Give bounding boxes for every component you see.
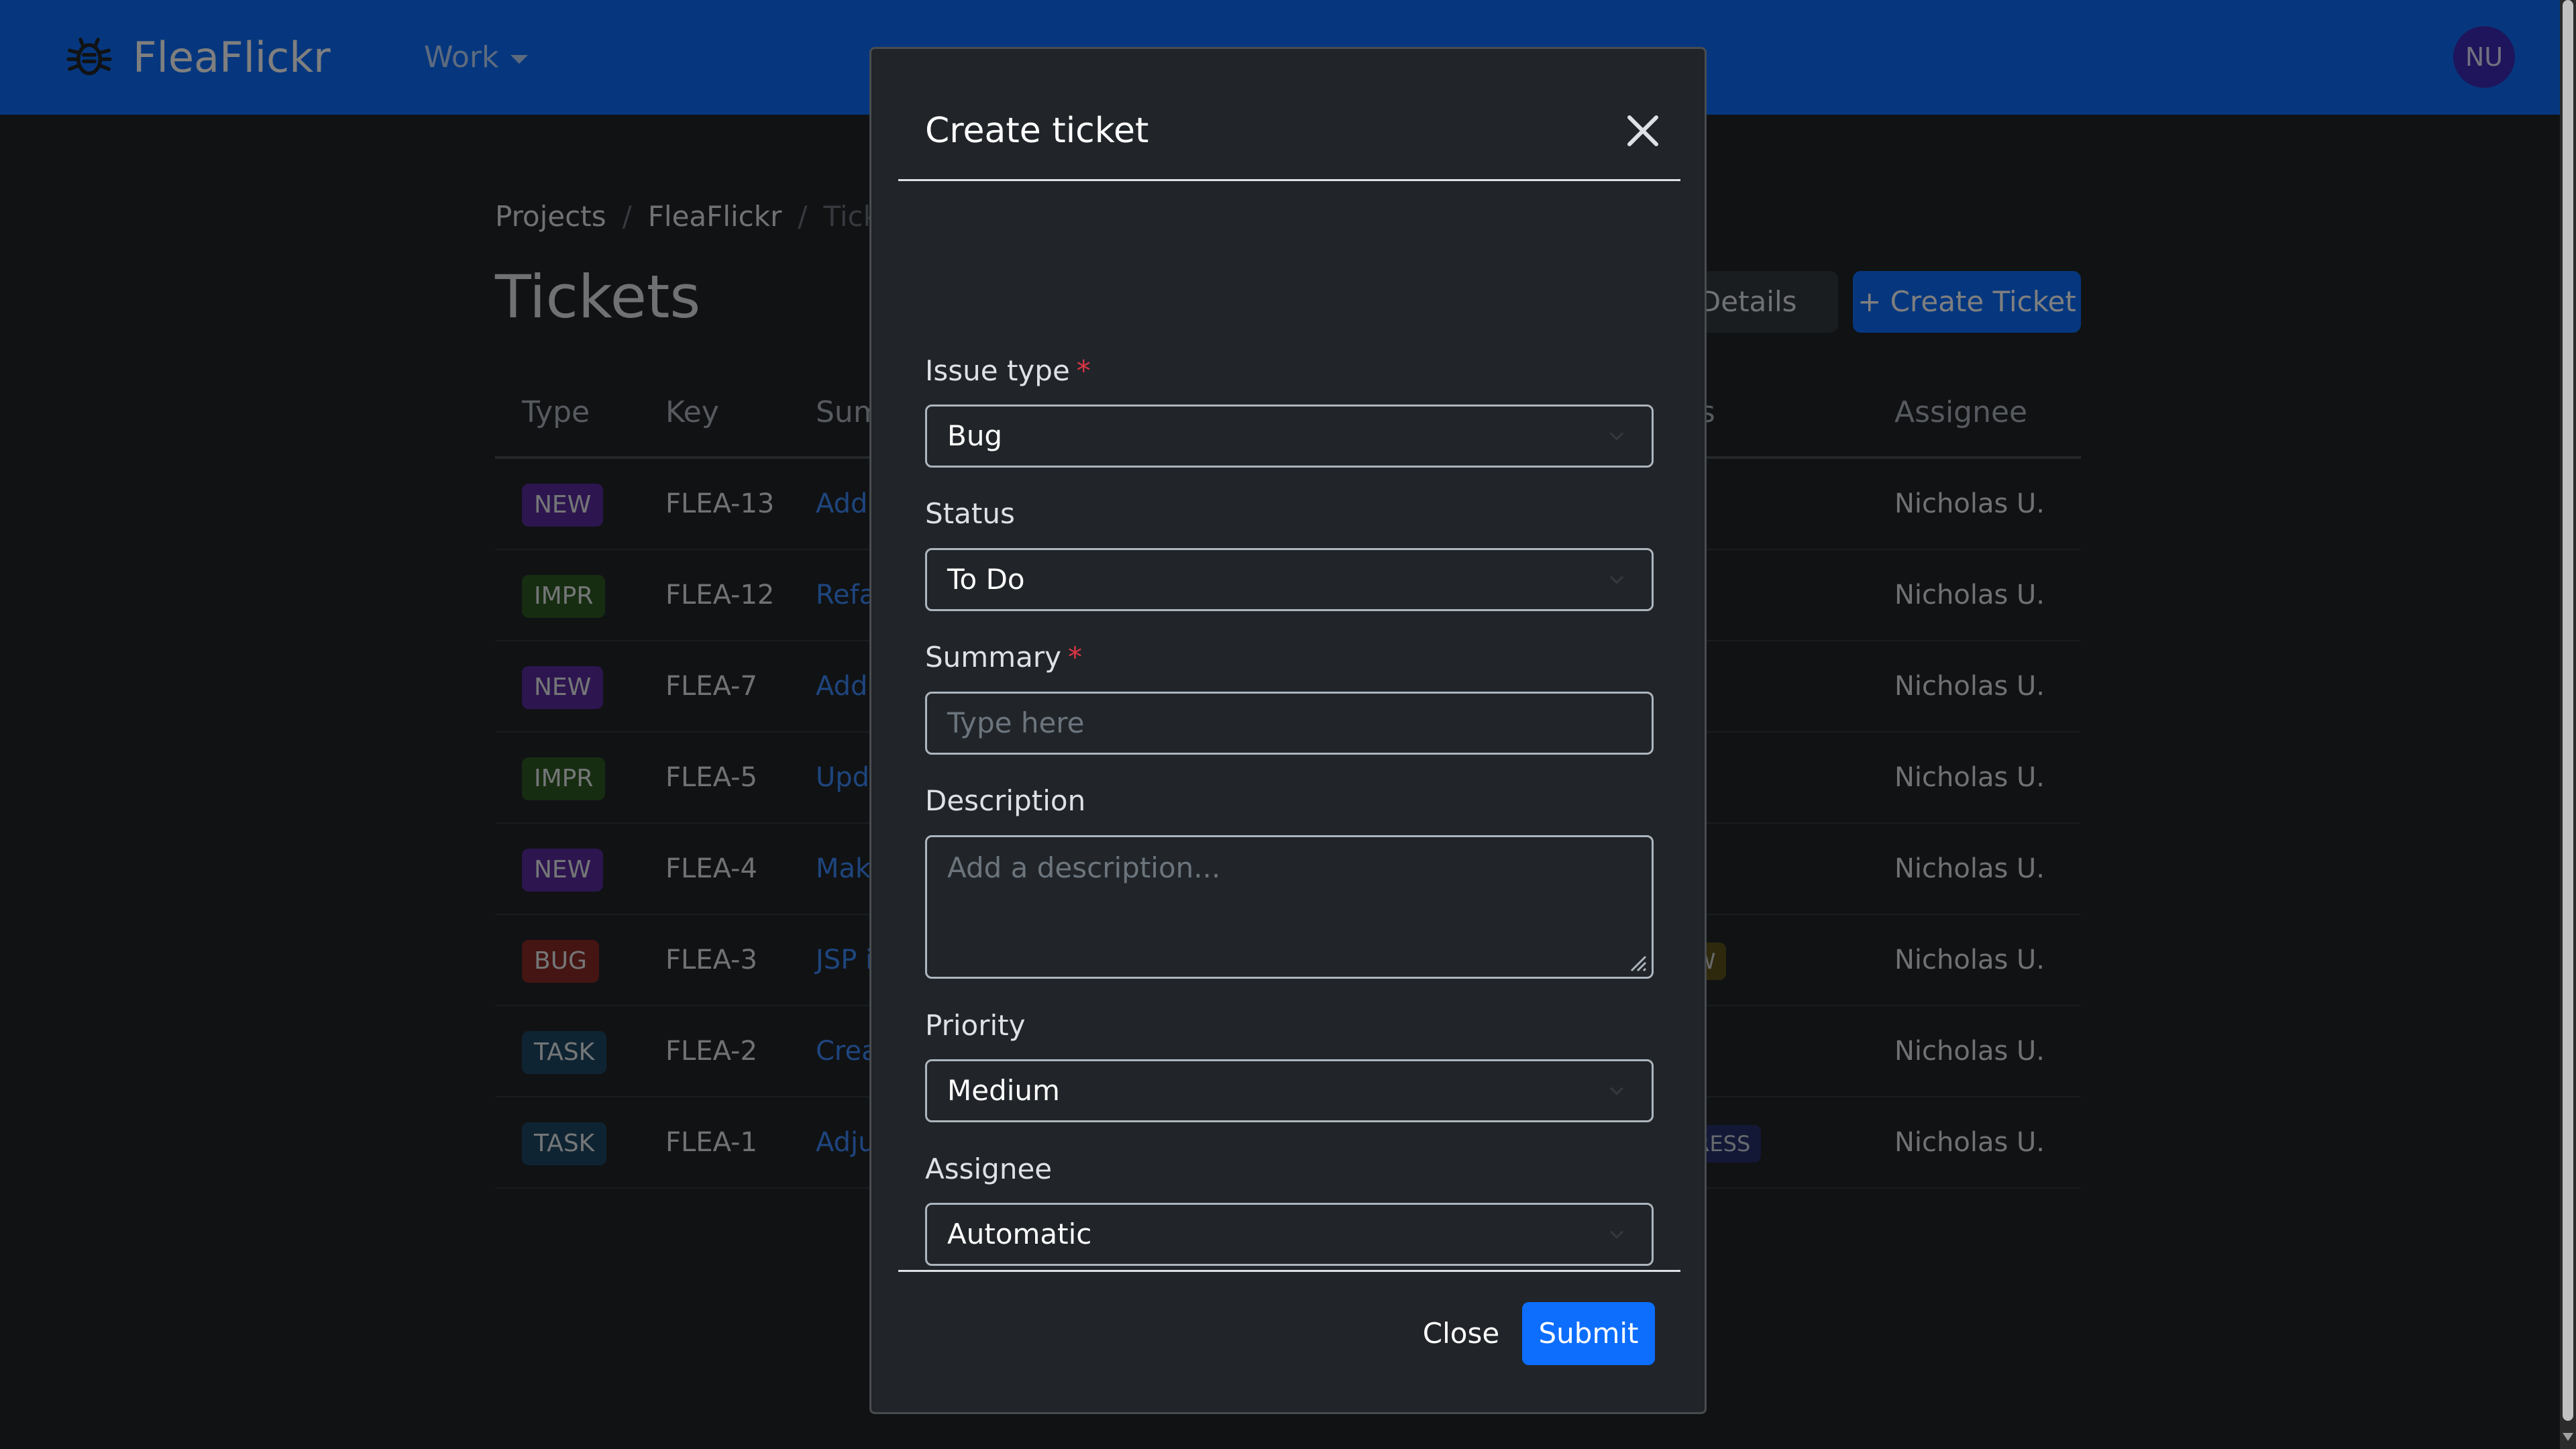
status-select[interactable]: To Do: [925, 548, 1654, 611]
scrollbar-thumb[interactable]: [2563, 0, 2573, 1421]
priority-value: Medium: [947, 1074, 1060, 1107]
status-label: Status: [925, 497, 1015, 530]
summary-label: Summary *: [925, 637, 1082, 678]
modal-footer-divider: [898, 1270, 1680, 1272]
description-label: Description: [925, 784, 1086, 817]
scrollbar[interactable]: [2560, 0, 2576, 1449]
status-value: To Do: [947, 563, 1025, 596]
description-textarea[interactable]: Add a description...: [925, 835, 1654, 979]
chevron-down-icon: [1609, 1087, 1624, 1095]
assignee-value: Automatic: [947, 1218, 1092, 1250]
summary-placeholder: Type here: [947, 706, 1085, 739]
chevron-down-icon: [1609, 1230, 1624, 1239]
issue-type-value: Bug: [947, 419, 1003, 452]
priority-select[interactable]: Medium: [925, 1059, 1654, 1122]
assignee-select[interactable]: Automatic: [925, 1203, 1654, 1266]
close-icon[interactable]: [1623, 111, 1663, 151]
create-ticket-modal: Create ticket Issue type * Bug Status To …: [869, 47, 1707, 1414]
close-button[interactable]: Close: [1411, 1302, 1511, 1365]
modal-title: Create ticket: [925, 111, 1149, 151]
required-mark: *: [1076, 354, 1091, 387]
priority-label: Priority: [925, 1009, 1026, 1042]
issue-type-label-text: Issue type: [925, 354, 1070, 387]
chevron-down-icon: [1609, 576, 1624, 584]
summary-input[interactable]: Type here: [925, 692, 1654, 755]
scroll-down-arrow-icon[interactable]: [2563, 1433, 2573, 1441]
summary-label-text: Summary: [925, 641, 1061, 674]
modal-header-divider: [898, 179, 1680, 181]
assignee-label: Assignee: [925, 1152, 1053, 1185]
chevron-down-icon: [1609, 432, 1624, 441]
issue-type-select[interactable]: Bug: [925, 405, 1654, 468]
description-placeholder: Add a description...: [947, 851, 1221, 884]
required-mark: *: [1067, 641, 1082, 674]
resize-grip-icon[interactable]: [1627, 953, 1648, 973]
issue-type-label: Issue type *: [925, 351, 1091, 391]
submit-button[interactable]: Submit: [1522, 1302, 1655, 1365]
